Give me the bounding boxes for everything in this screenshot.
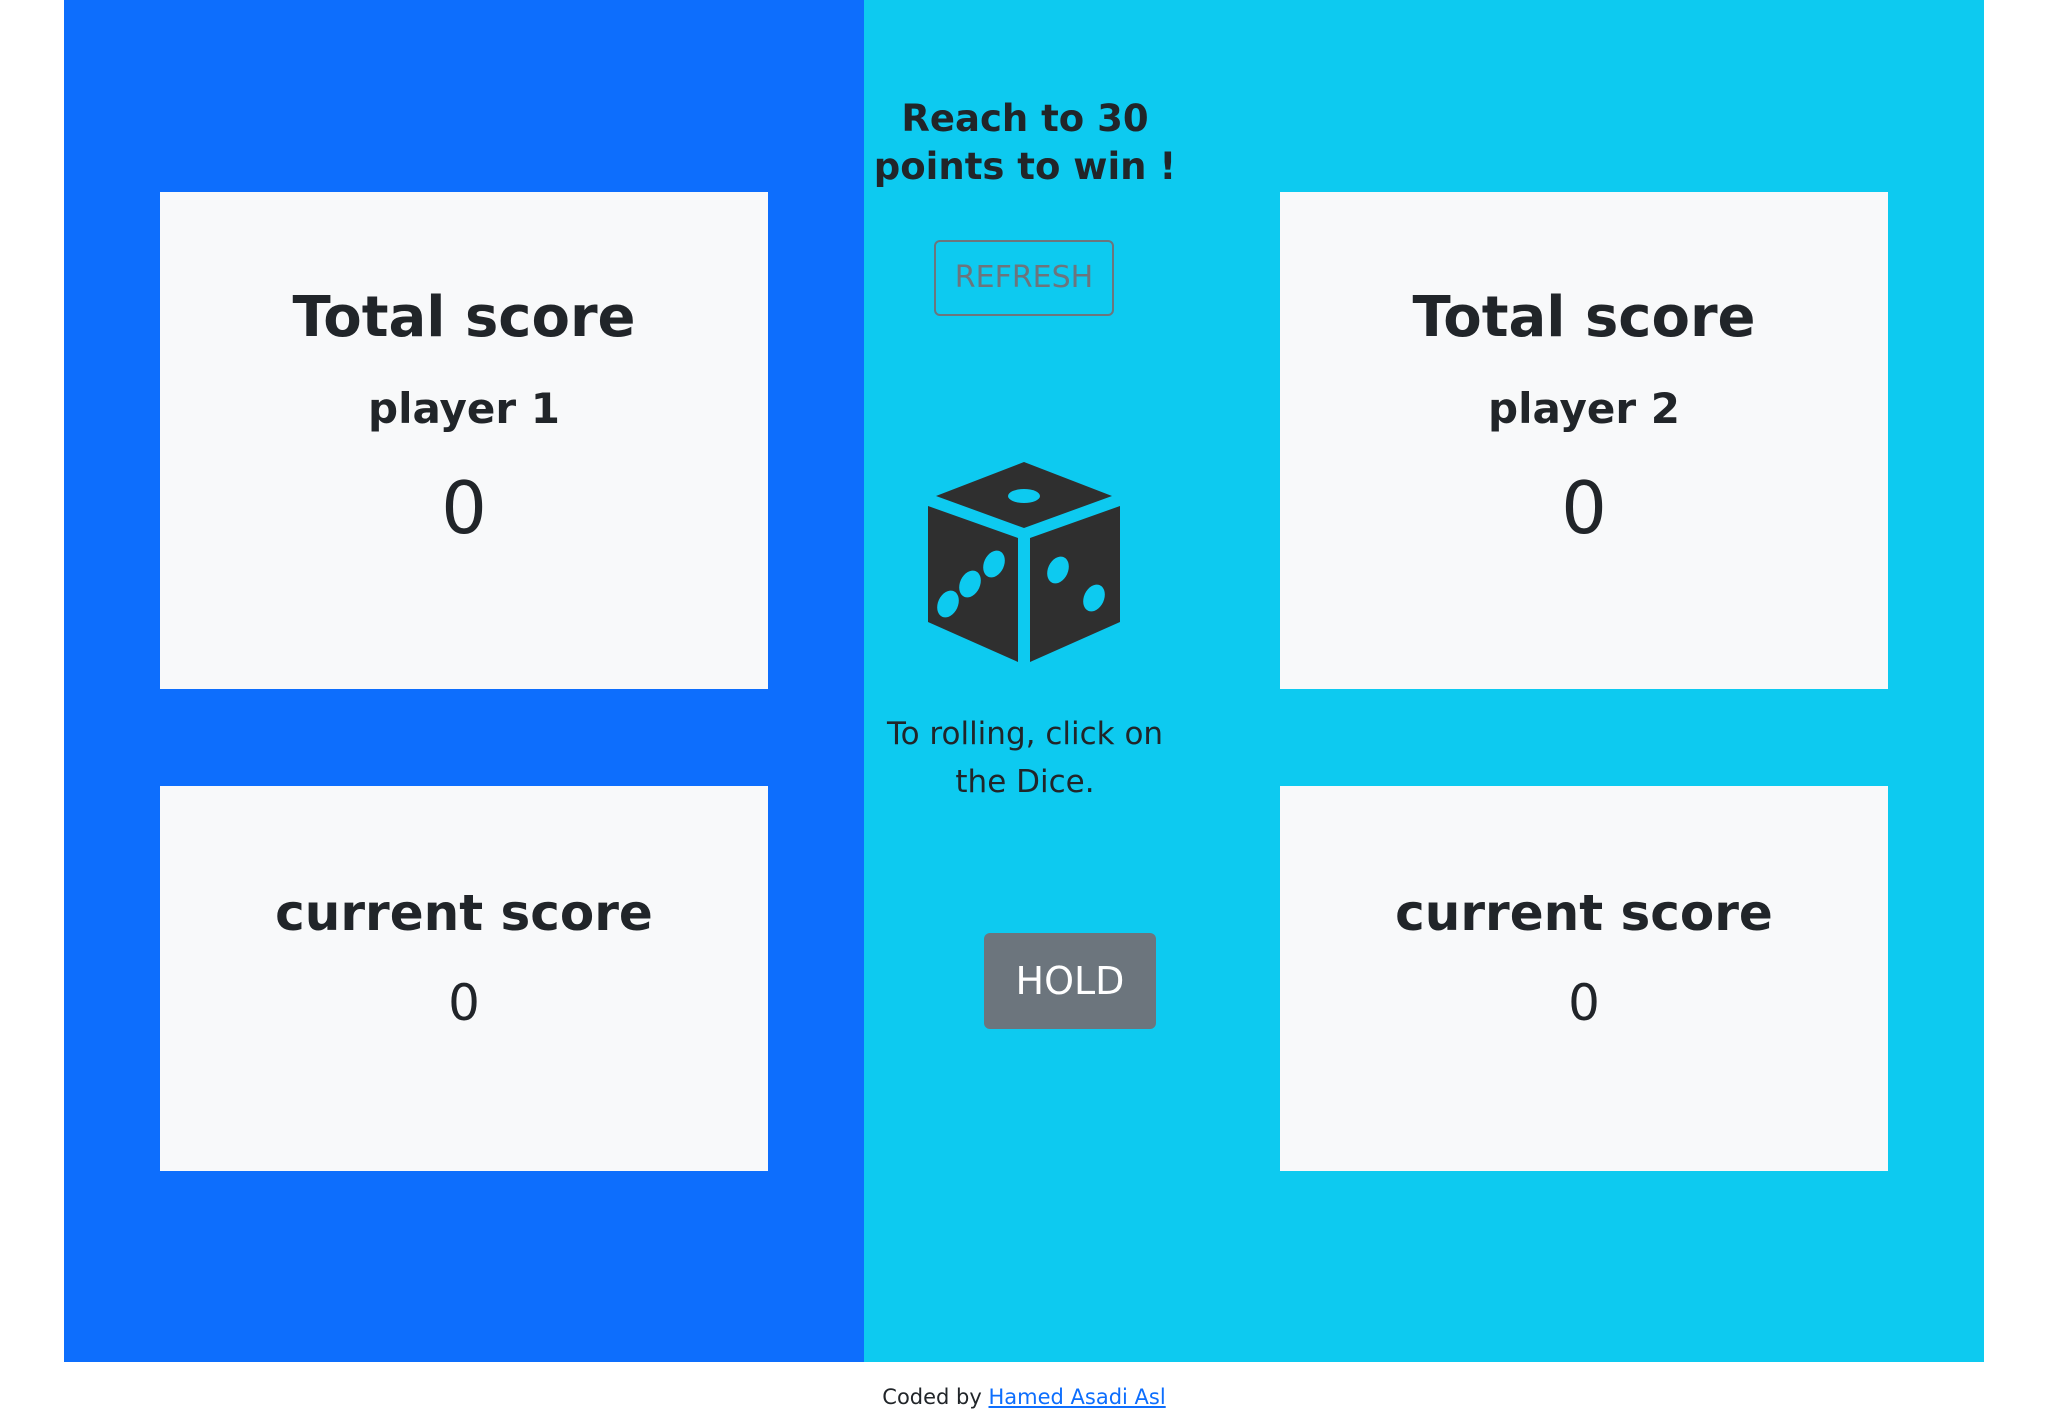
- footer: Coded by Hamed Asadi Asl: [0, 1382, 2048, 1412]
- player-1-total-card: Total score player 1 0: [160, 192, 768, 689]
- player-1-current-card: current score 0: [160, 786, 768, 1171]
- roll-hint-text: To rolling, click on the Dice.: [886, 716, 1164, 800]
- dice-icon[interactable]: [924, 458, 1124, 664]
- player-2-current-card: current score 0: [1280, 786, 1888, 1171]
- total-score-title: Total score: [292, 285, 636, 350]
- footer-prefix: Coded by: [882, 1385, 982, 1409]
- goal-text: Reach to 30 points to win !: [873, 97, 1177, 188]
- player-1-panel: Total score player 1 0 current score 0: [64, 0, 864, 1362]
- game-controls: Reach to 30 points to win ! REFRESH To r…: [864, 0, 1186, 1362]
- player-1-name: player 1: [368, 384, 560, 433]
- dice-icon: [928, 462, 1120, 662]
- current-score-title: current score: [1395, 884, 1773, 942]
- player-1-total-score: 0: [441, 466, 487, 550]
- player-2-total-card: Total score player 2 0: [1280, 192, 1888, 689]
- player-2-current-score: 0: [1568, 974, 1600, 1032]
- player-2-total-score: 0: [1561, 466, 1607, 550]
- total-score-title: Total score: [1412, 285, 1756, 350]
- refresh-button[interactable]: REFRESH: [934, 240, 1114, 316]
- author-link[interactable]: Hamed Asadi Asl: [989, 1385, 1166, 1409]
- hold-button[interactable]: HOLD: [984, 933, 1156, 1029]
- game-board: Total score player 1 0 current score 0 T…: [64, 0, 1984, 1362]
- player-1-current-score: 0: [448, 974, 480, 1032]
- current-score-title: current score: [275, 884, 653, 942]
- player-2-name: player 2: [1488, 384, 1680, 433]
